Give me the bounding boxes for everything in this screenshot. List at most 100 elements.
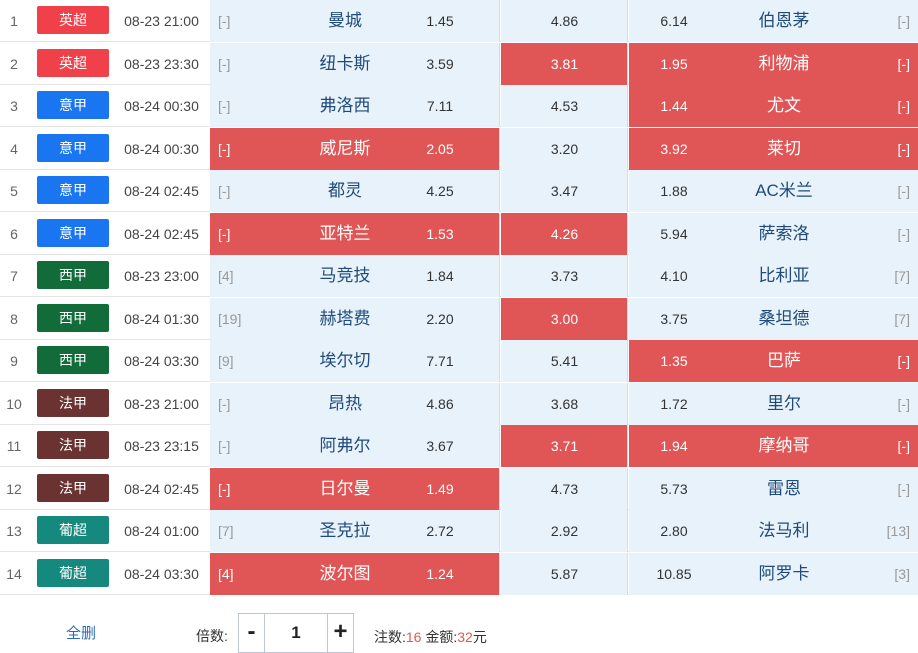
draw-odd: 3.47 <box>550 183 579 199</box>
away-rank: [-] <box>897 98 910 114</box>
home-win-option[interactable]: [-] 纽卡斯 3.59 <box>210 42 500 85</box>
draw-option[interactable]: 3.73 <box>501 255 628 297</box>
home-win-option[interactable]: [-] 阿弗尔 3.67 <box>210 425 500 467</box>
home-win-option[interactable]: [-] 都灵 4.25 <box>210 170 500 212</box>
home-team: 弗洛西 <box>319 96 371 115</box>
away-win-option[interactable]: 6.14 伯恩茅 [-] <box>629 0 918 42</box>
away-rank: [-] <box>897 55 910 72</box>
match-time: 08-23 21:00 <box>124 13 199 29</box>
away-win-option[interactable]: 10.85 阿罗卡 [3] <box>629 552 918 595</box>
draw-option[interactable]: 3.00 <box>501 297 628 340</box>
home-win-option[interactable]: [4] 马竞技 1.84 <box>210 255 500 297</box>
row-index: 8 <box>10 310 18 327</box>
row-index: 11 <box>6 438 22 454</box>
home-odd: 2.72 <box>426 523 454 539</box>
home-odd: 2.20 <box>426 310 454 327</box>
home-rank: [-] <box>218 13 231 29</box>
home-win-option[interactable]: [-] 曼城 1.45 <box>210 0 500 42</box>
away-rank: [7] <box>894 268 910 284</box>
draw-option[interactable]: 3.47 <box>501 170 628 212</box>
match-time: 08-23 21:00 <box>124 395 199 412</box>
draw-odd: 3.20 <box>550 140 579 157</box>
amount-value: 32 <box>457 629 473 645</box>
away-odd: 1.44 <box>660 98 688 114</box>
match-time: 08-24 01:00 <box>124 523 199 539</box>
away-team: 里尔 <box>767 393 801 413</box>
home-win-option[interactable]: [-] 日尔曼 1.49 <box>210 467 500 510</box>
away-win-option[interactable]: 1.72 里尔 [-] <box>629 382 918 425</box>
league-badge: 西甲 <box>37 261 109 289</box>
home-rank: [19] <box>218 310 242 327</box>
away-win-option[interactable]: 4.10 比利亚 [7] <box>629 255 918 297</box>
match-time: 08-24 03:30 <box>124 565 199 582</box>
draw-option[interactable]: 2.92 <box>501 510 628 552</box>
draw-option[interactable]: 3.68 <box>501 382 628 425</box>
draw-option[interactable]: 3.20 <box>501 127 628 170</box>
match-time: 08-24 02:45 <box>124 480 199 497</box>
home-team: 威尼斯 <box>319 138 371 158</box>
clear-all-button[interactable]: 全删 <box>66 622 96 643</box>
multiplier-input[interactable] <box>266 614 326 652</box>
home-win-option[interactable]: [4] 波尔图 1.24 <box>210 552 500 595</box>
match-time: 08-24 00:30 <box>124 140 199 157</box>
draw-odd: 4.26 <box>550 225 579 242</box>
league-badge: 葡超 <box>37 516 109 544</box>
away-win-option[interactable]: 3.92 莱切 [-] <box>629 127 918 170</box>
draw-option[interactable]: 3.71 <box>501 425 628 467</box>
home-odd: 1.24 <box>426 565 454 582</box>
home-team: 日尔曼 <box>319 478 371 498</box>
away-team: 巴萨 <box>767 351 801 370</box>
match-row: 8 西甲 08-24 01:30 [19] 赫塔费 2.20 3.00 3.75 桑坦德 [7] <box>0 297 918 340</box>
match-row: 11 法甲 08-23 23:15 [-] 阿弗尔 3.67 3.71 1.94 摩纳哥 [-] <box>0 425 918 467</box>
away-win-option[interactable]: 1.94 摩纳哥 [-] <box>629 425 918 467</box>
draw-odd: 4.73 <box>550 480 579 497</box>
home-win-option[interactable]: [7] 圣克拉 2.72 <box>210 510 500 552</box>
draw-option[interactable]: 4.53 <box>501 85 628 127</box>
home-win-option[interactable]: [9] 埃尔切 7.71 <box>210 340 500 382</box>
league-badge: 意甲 <box>37 176 109 204</box>
match-time: 08-24 02:45 <box>124 225 199 242</box>
away-win-option[interactable]: 1.95 利物浦 [-] <box>629 42 918 85</box>
home-odd: 4.25 <box>426 183 454 199</box>
home-team: 都灵 <box>328 181 362 200</box>
away-win-option[interactable]: 3.75 桑坦德 [7] <box>629 297 918 340</box>
draw-odd: 4.86 <box>550 13 579 29</box>
home-win-option[interactable]: [-] 亚特兰 1.53 <box>210 212 500 255</box>
away-win-option[interactable]: 5.94 萨索洛 [-] <box>629 212 918 255</box>
match-row: 10 法甲 08-23 21:00 [-] 昂热 4.86 3.68 1.72 里尔 [-] <box>0 382 918 425</box>
home-team: 圣克拉 <box>319 521 371 540</box>
home-win-option[interactable]: [-] 昂热 4.86 <box>210 382 500 425</box>
home-win-option[interactable]: [-] 弗洛西 7.11 <box>210 85 500 127</box>
draw-odd: 3.73 <box>550 268 579 284</box>
home-rank: [-] <box>218 140 231 157</box>
row-index: 13 <box>6 523 22 539</box>
home-team: 曼城 <box>328 11 362 30</box>
away-win-option[interactable]: 1.44 尤文 [-] <box>629 85 918 127</box>
away-win-option[interactable]: 2.80 法马利 [13] <box>629 510 918 552</box>
home-odd: 4.86 <box>426 395 454 412</box>
match-row: 9 西甲 08-24 03:30 [9] 埃尔切 7.71 5.41 1.35 巴萨 [-] <box>0 340 918 382</box>
away-win-option[interactable]: 1.88 AC米兰 [-] <box>629 170 918 212</box>
away-win-option[interactable]: 1.35 巴萨 [-] <box>629 340 918 382</box>
draw-option[interactable]: 3.81 <box>501 42 628 85</box>
league-badge: 西甲 <box>37 346 109 374</box>
away-rank: [7] <box>894 310 910 327</box>
draw-option[interactable]: 4.86 <box>501 0 628 42</box>
away-rank: [-] <box>897 438 910 454</box>
draw-option[interactable]: 4.73 <box>501 467 628 510</box>
draw-option[interactable]: 4.26 <box>501 212 628 255</box>
draw-option[interactable]: 5.87 <box>501 552 628 595</box>
minus-button[interactable]: - <box>239 614 265 652</box>
league-badge: 法甲 <box>37 388 109 417</box>
away-odd: 3.75 <box>660 310 688 327</box>
away-rank: [-] <box>897 353 910 369</box>
home-win-option[interactable]: [-] 威尼斯 2.05 <box>210 127 500 170</box>
match-row: 4 意甲 08-24 00:30 [-] 威尼斯 2.05 3.20 3.92 莱切 [-] <box>0 127 918 170</box>
plus-button[interactable]: + <box>327 614 353 652</box>
away-odd: 10.85 <box>656 565 692 582</box>
draw-option[interactable]: 5.41 <box>501 340 628 382</box>
home-win-option[interactable]: [19] 赫塔费 2.20 <box>210 297 500 340</box>
draw-odd: 3.81 <box>550 55 579 72</box>
home-rank: [-] <box>218 480 231 497</box>
away-win-option[interactable]: 5.73 雷恩 [-] <box>629 467 918 510</box>
